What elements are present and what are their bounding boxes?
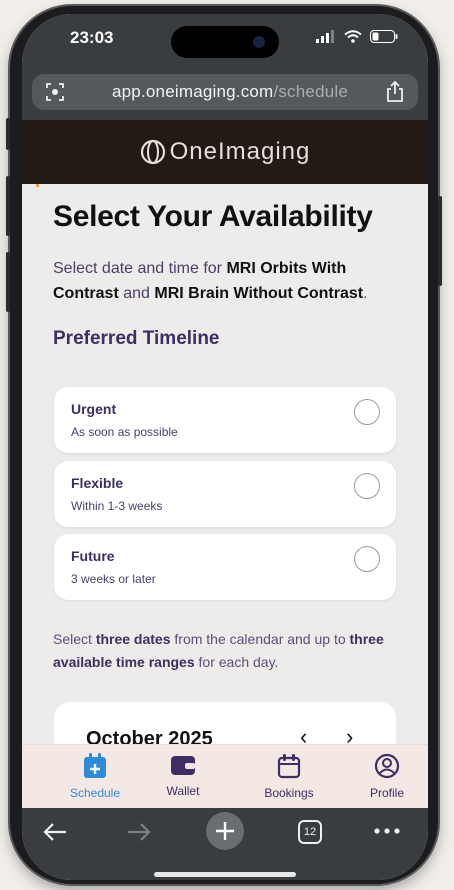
tabs-count: 12	[303, 826, 317, 838]
brand-name: OneImaging	[169, 138, 311, 165]
option-subtitle: 3 weeks or later	[71, 572, 156, 586]
browser-address-area: app.oneimaging.com/schedule	[22, 74, 428, 120]
radio-button[interactable]	[354, 399, 380, 425]
tab-label: Wallet	[166, 784, 200, 798]
home-indicator	[154, 872, 296, 877]
url-domain: app.oneimaging.com	[112, 82, 274, 101]
signal-icon	[316, 30, 334, 43]
page-title: Select Your Availability	[53, 200, 373, 233]
share-icon[interactable]	[386, 81, 404, 103]
calendar-plus-icon	[84, 753, 106, 778]
timeline-option-future[interactable]: Future 3 weeks or later	[54, 534, 396, 600]
note-middle: from the calendar and up to	[170, 631, 350, 647]
address-bar[interactable]: app.oneimaging.com/schedule	[32, 74, 418, 110]
user-circle-icon	[374, 753, 400, 779]
bottom-tab-bar: Schedule Wallet Bookings Profile	[22, 744, 428, 808]
tab-profile[interactable]: Profile	[342, 753, 428, 800]
page-settings-icon[interactable]	[46, 83, 64, 101]
wifi-icon	[344, 30, 362, 43]
option-title: Future	[71, 548, 115, 564]
tab-wallet[interactable]: Wallet	[138, 753, 228, 798]
power-button	[438, 196, 442, 286]
note-suffix: for each day.	[194, 654, 279, 670]
url-path: /schedule	[273, 82, 349, 101]
option-title: Flexible	[71, 475, 124, 491]
brand-header: OneImaging	[22, 120, 428, 184]
option-subtitle: As soon as possible	[71, 425, 178, 439]
forward-arrow-icon[interactable]	[126, 822, 152, 842]
status-bar: 23:03	[22, 14, 428, 74]
tab-label: Bookings	[264, 786, 314, 800]
radio-button[interactable]	[354, 546, 380, 572]
screen: 23:03 app.oneimaging.com/schedule OneIma…	[22, 14, 428, 880]
timeline-option-flexible[interactable]: Flexible Within 1-3 weeks	[54, 461, 396, 527]
intro-and: and	[118, 285, 155, 302]
tab-bookings[interactable]: Bookings	[244, 753, 334, 800]
oneimaging-logo-icon	[140, 139, 165, 165]
calendar-instructions: Select three dates from the calendar and…	[53, 628, 403, 674]
url-text[interactable]: app.oneimaging.com/schedule	[112, 82, 348, 102]
scroll-accent	[36, 184, 39, 187]
volume-up-button	[6, 176, 10, 236]
calendar-icon	[277, 754, 301, 779]
intro-prefix: Select date and time for	[53, 260, 227, 277]
tab-label: Schedule	[69, 786, 121, 800]
timeline-option-urgent[interactable]: Urgent As soon as possible	[54, 387, 396, 453]
tab-label: Profile	[369, 786, 404, 800]
camera-icon	[253, 36, 265, 48]
option-subtitle: Within 1-3 weeks	[71, 499, 163, 513]
wallet-icon	[171, 756, 195, 775]
procedure-2: MRI Brain Without Contrast	[154, 285, 364, 302]
new-tab-button[interactable]	[206, 812, 244, 850]
volume-down-button	[6, 252, 10, 312]
back-arrow-icon[interactable]	[42, 822, 68, 842]
more-icon[interactable]	[374, 828, 400, 834]
status-icons	[316, 30, 398, 43]
note-bold-dates: three dates	[95, 631, 171, 647]
tabs-overview-button[interactable]: 12	[298, 820, 322, 844]
main-content: Select Your Availability Select date and…	[22, 184, 428, 792]
action-button	[6, 118, 10, 150]
dynamic-island	[171, 26, 279, 58]
intro-suffix: .	[363, 285, 368, 302]
tab-schedule[interactable]: Schedule	[50, 753, 140, 800]
intro-text: Select date and time for MRI Orbits With…	[53, 256, 393, 306]
plus-icon	[216, 822, 234, 840]
note-prefix: Select	[53, 631, 96, 647]
browser-toolbar: 12	[22, 808, 428, 880]
status-time: 23:03	[70, 28, 114, 47]
radio-button[interactable]	[354, 473, 380, 499]
timeline-heading: Preferred Timeline	[53, 328, 220, 349]
option-title: Urgent	[71, 401, 117, 417]
battery-icon	[370, 30, 398, 43]
